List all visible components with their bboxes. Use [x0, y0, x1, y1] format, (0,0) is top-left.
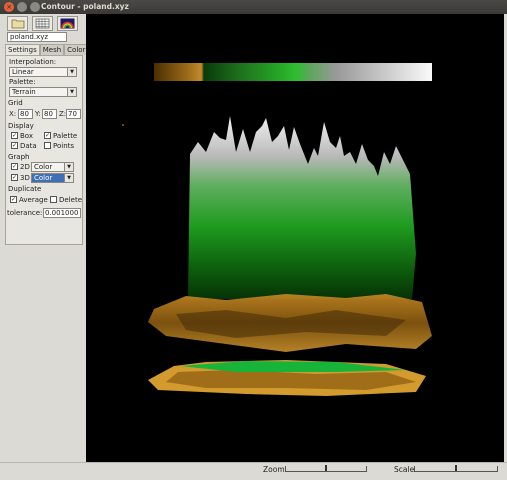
maximize-icon[interactable] [30, 2, 40, 12]
contour-2d-shading [166, 370, 416, 390]
scale-slider-thumb[interactable] [455, 465, 457, 471]
settings-sidebar: poland.xyz Settings Mesh Color Interpola… [3, 14, 89, 462]
box-checkbox[interactable]: ✓ [11, 132, 18, 139]
interpolation-select[interactable]: Linear ▼ [9, 67, 77, 77]
open-file-button[interactable] [7, 16, 28, 31]
window-controls: × [4, 2, 40, 12]
graph-3d-value: Color [34, 174, 53, 182]
palette-label: Palette: [9, 78, 36, 86]
terrain-surface [188, 116, 416, 299]
status-bar: Zoom Scale [0, 462, 507, 480]
graph-3d-select[interactable]: Color ▼ [31, 173, 74, 183]
graph-2d-checkbox[interactable]: ✓ [11, 163, 18, 170]
contour-3d-view[interactable] [86, 14, 504, 462]
title-bar: × Contour - poland.xyz [0, 0, 507, 14]
grid-icon [35, 18, 50, 29]
settings-panel: Interpolation: Linear ▼ Palette: Terrain… [5, 55, 83, 245]
terrain-3d-plot [122, 116, 432, 396]
tab-mesh[interactable]: Mesh [39, 44, 65, 55]
graph-3d-label: 3D [20, 174, 30, 182]
data-label: Data [20, 142, 37, 150]
filename-field[interactable]: poland.xyz [7, 32, 67, 42]
palette-icon [60, 18, 75, 29]
palette-select[interactable]: Terrain ▼ [9, 87, 77, 97]
palette-value: Terrain [12, 88, 36, 96]
zoom-slider[interactable] [285, 465, 367, 472]
mesh-button[interactable] [32, 16, 53, 31]
scale-slider[interactable] [414, 465, 498, 472]
tolerance-input[interactable]: 0.001000 [43, 208, 81, 218]
settings-tabs: Settings Mesh Color [5, 44, 89, 55]
grid-y-label: Y: [35, 110, 41, 118]
graph-label: Graph [8, 153, 30, 161]
tab-color[interactable]: Color [64, 44, 89, 55]
scale-label: Scale [394, 465, 415, 474]
folder-icon [11, 19, 24, 29]
graph-3d-checkbox[interactable]: ✓ [11, 174, 18, 181]
data-checkbox[interactable]: ✓ [11, 142, 18, 149]
data-point [122, 124, 124, 126]
grid-x-label: X: [9, 110, 17, 118]
chevron-down-icon: ▼ [67, 88, 76, 96]
tab-settings[interactable]: Settings [5, 44, 40, 55]
chevron-down-icon: ▼ [67, 68, 76, 76]
average-label: Average [19, 196, 48, 204]
interpolation-value: Linear [12, 68, 34, 76]
tolerance-label: tolerance: [7, 209, 43, 217]
palette-checkbox[interactable]: ✓ [44, 132, 51, 139]
chevron-down-icon: ▼ [64, 163, 73, 171]
delete-checkbox[interactable] [50, 196, 57, 203]
chevron-down-icon: ▼ [64, 174, 73, 182]
grid-x-input[interactable]: 80 [18, 109, 33, 119]
zoom-label: Zoom [263, 465, 285, 474]
graph-2d-value: Color [34, 163, 53, 171]
palette-button[interactable] [57, 16, 78, 31]
graph-2d-select[interactable]: Color ▼ [31, 162, 74, 172]
toolbar [7, 16, 78, 31]
average-checkbox[interactable]: ✓ [10, 196, 17, 203]
graph-2d-label: 2D [20, 163, 30, 171]
palette-display-label: Palette [53, 132, 78, 140]
interpolation-label: Interpolation: [9, 58, 57, 66]
grid-label: Grid [8, 99, 23, 107]
grid-z-input[interactable]: 70 [66, 109, 81, 119]
delete-label: Delete [59, 196, 82, 204]
box-label: Box [20, 132, 34, 140]
zoom-slider-thumb[interactable] [325, 465, 327, 471]
display-label: Display [8, 122, 34, 130]
points-checkbox[interactable] [44, 142, 51, 149]
duplicate-label: Duplicate [8, 185, 42, 193]
window-title: Contour - poland.xyz [41, 2, 129, 11]
close-icon[interactable]: × [4, 2, 14, 12]
grid-y-input[interactable]: 80 [42, 109, 57, 119]
points-label: Points [53, 142, 75, 150]
minimize-icon[interactable] [17, 2, 27, 12]
